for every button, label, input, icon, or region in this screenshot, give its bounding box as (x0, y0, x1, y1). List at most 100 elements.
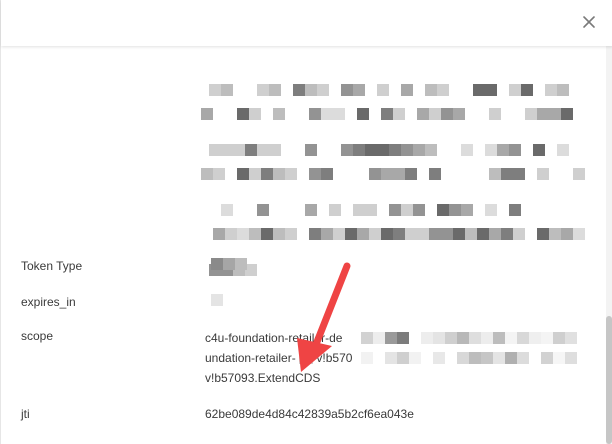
redaction-pixel (221, 204, 233, 216)
redaction-pixel (513, 108, 525, 120)
redaction-pixel (261, 108, 273, 120)
redaction-pixel (501, 228, 513, 240)
redaction-pixel (549, 228, 561, 240)
redaction-pixel (401, 144, 413, 156)
redaction-pixel (213, 108, 225, 120)
redaction-pixel (389, 84, 401, 96)
redaction-row (201, 84, 593, 96)
close-icon (583, 16, 595, 28)
redaction-pixel (281, 144, 293, 156)
redaction-pixel (341, 144, 353, 156)
redaction-pixel (441, 228, 453, 240)
redaction-pixel (573, 168, 585, 180)
redaction-pixel (501, 168, 513, 180)
redaction-pixel (497, 84, 509, 96)
redaction-pixel (441, 168, 453, 180)
scope-line: v!b57093.ExtendCDS (205, 368, 605, 388)
field-row-scope: scope c4u-foundation-retailer-de undatio… (21, 328, 601, 390)
redaction-pixel (489, 168, 501, 180)
redaction-pixel (485, 204, 497, 216)
redaction-pixel (557, 144, 569, 156)
redaction-pixel (257, 84, 269, 96)
redaction-pixel (321, 108, 333, 120)
redaction-pixel (353, 204, 365, 216)
redaction-pixel (453, 228, 465, 240)
redaction-pixel (417, 168, 429, 180)
redaction-pixel (321, 168, 333, 180)
redaction-pixel (353, 84, 365, 96)
redaction-row (201, 144, 593, 156)
redaction-pixel (489, 228, 501, 240)
redaction-pixel (353, 144, 365, 156)
redaction-pixel (345, 168, 357, 180)
close-button[interactable] (579, 12, 599, 32)
redaction-pixel (465, 228, 477, 240)
redaction-pixel (293, 84, 305, 96)
redaction-pixel (449, 84, 461, 96)
redaction-pixel (365, 84, 377, 96)
redaction-pixel (417, 108, 429, 120)
redaction-pixel (225, 168, 237, 180)
redaction-pixel (437, 204, 449, 216)
redaction-pixel (461, 84, 473, 96)
redacted-value (361, 332, 577, 344)
redaction-pixel (525, 228, 537, 240)
redaction-pixel (561, 228, 573, 240)
redaction-pixel (329, 204, 341, 216)
redaction-pixel (305, 84, 317, 96)
redaction-pixel (369, 228, 381, 240)
redaction-pixel (545, 204, 557, 216)
redaction-pixel (293, 144, 305, 156)
redaction-pixel (365, 144, 377, 156)
redaction-pixel (273, 228, 285, 240)
redaction-pixel (201, 108, 213, 120)
redacted-value (211, 294, 223, 306)
redaction-pixel (273, 108, 285, 120)
redaction-pixel (549, 168, 561, 180)
redaction-pixel (549, 108, 561, 120)
field-label: jti (21, 407, 30, 421)
redaction-pixel (257, 144, 269, 156)
scrollbar-thumb[interactable] (606, 316, 612, 444)
redaction-pixel (557, 84, 569, 96)
redaction-pixel (249, 168, 261, 180)
redaction-pixel (305, 204, 317, 216)
redaction-pixel (509, 204, 521, 216)
redaction-pixel (477, 228, 489, 240)
redaction-row (201, 168, 593, 180)
redaction-pixel (341, 204, 353, 216)
redaction-pixel (233, 204, 245, 216)
redaction-pixel (485, 144, 497, 156)
redacted-token-value (201, 84, 593, 280)
redaction-pixel (317, 144, 329, 156)
redaction-pixel (233, 144, 245, 156)
redaction-pixel (381, 228, 393, 240)
redaction-pixel (237, 108, 249, 120)
redaction-pixel (521, 144, 533, 156)
redaction-pixel (365, 204, 377, 216)
redaction-pixel (533, 144, 545, 156)
redaction-pixel (261, 228, 273, 240)
scope-line: undation-retailer- v!b570 (205, 348, 605, 368)
redaction-pixel (473, 144, 485, 156)
redaction-pixel (429, 228, 441, 240)
redaction-pixel (345, 228, 357, 240)
redaction-pixel (525, 168, 537, 180)
redaction-pixel (489, 108, 501, 120)
redaction-pixel (345, 108, 357, 120)
redaction-pixel (333, 108, 345, 120)
redaction-pixel (389, 204, 401, 216)
token-details-dialog: Token Type expires_in scope c4u-foundati… (0, 0, 612, 444)
redaction-pixel (513, 168, 525, 180)
redacted-value (211, 258, 247, 270)
redaction-pixel (201, 168, 213, 180)
redaction-pixel (285, 228, 297, 240)
redaction-pixel (405, 228, 417, 240)
redaction-pixel (333, 168, 345, 180)
redaction-pixel (501, 108, 513, 120)
redaction-pixel (509, 144, 521, 156)
redaction-pixel (285, 108, 297, 120)
redaction-pixel (269, 84, 281, 96)
redaction-pixel (341, 84, 353, 96)
redaction-pixel (209, 84, 221, 96)
